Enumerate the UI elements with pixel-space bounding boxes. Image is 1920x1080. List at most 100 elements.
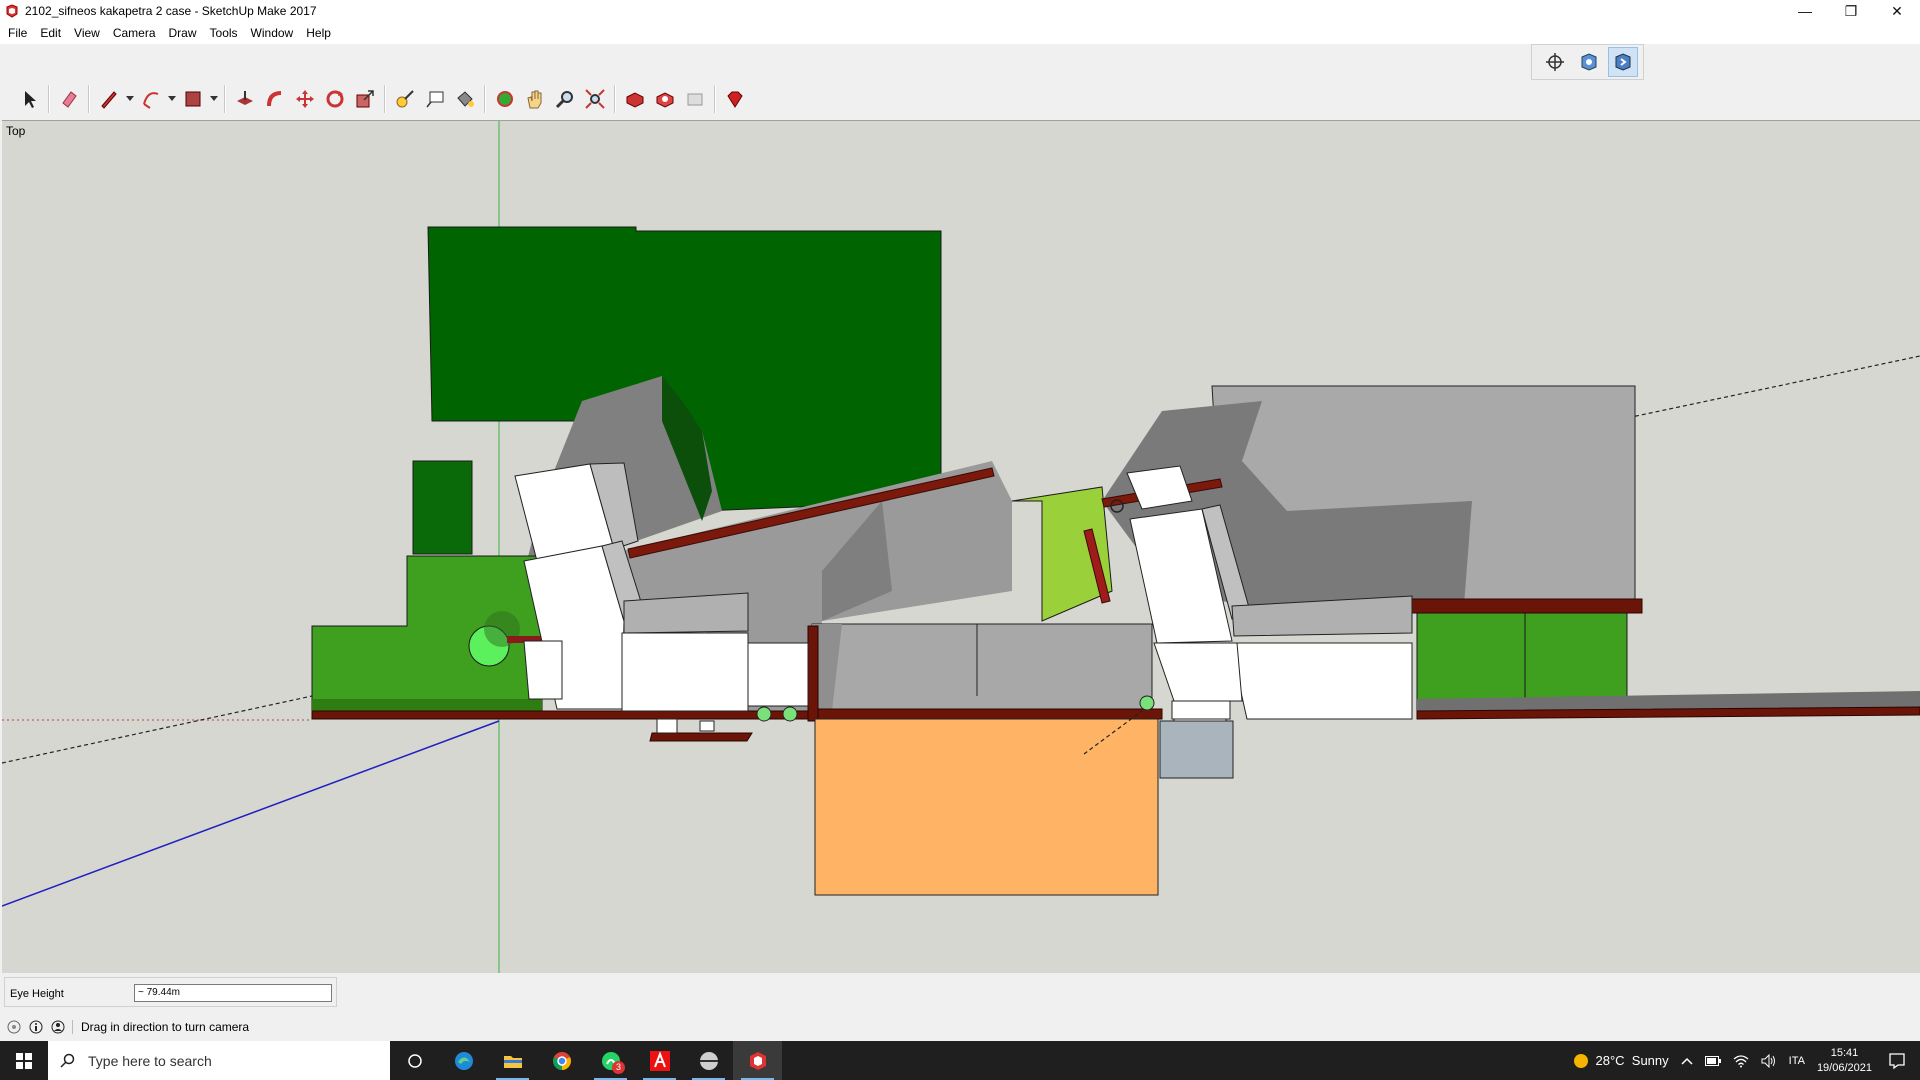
sun-icon — [1573, 1053, 1588, 1068]
taskbar-search[interactable]: Type here to search — [48, 1041, 390, 1080]
green-terrain-right — [1416, 598, 1628, 712]
eraser-tool[interactable] — [54, 84, 84, 114]
scale-icon — [356, 90, 374, 108]
edge-button[interactable] — [439, 1041, 488, 1080]
clock-date: 19/06/2021 — [1816, 1061, 1872, 1074]
orbit-icon — [497, 91, 513, 107]
step-right — [1171, 700, 1231, 720]
position-camera-icon — [1581, 53, 1597, 71]
rectangle-tool-dropdown[interactable] — [208, 84, 220, 114]
arc-tool[interactable] — [136, 84, 166, 114]
battery-button[interactable] — [1704, 1055, 1721, 1066]
extension-warehouse-icon — [656, 92, 674, 108]
sketchup-taskbar-button[interactable] — [733, 1041, 782, 1080]
menu-file[interactable]: File — [3, 26, 35, 40]
geo-location-icon[interactable] — [6, 1019, 22, 1035]
walk-icon — [1615, 53, 1631, 71]
zoom-tool[interactable] — [550, 84, 580, 114]
menu-edit[interactable]: Edit — [35, 26, 69, 40]
model-viewport[interactable]: Top — [2, 120, 1920, 973]
menu-help[interactable]: Help — [301, 26, 339, 40]
orbit-tool[interactable] — [490, 84, 520, 114]
3d-warehouse-icon — [626, 92, 644, 108]
notifications-button[interactable] — [1888, 1052, 1906, 1070]
clock[interactable]: 15:41 19/06/2021 — [1817, 1046, 1872, 1076]
line-tool[interactable] — [94, 84, 124, 114]
zoom-icon — [555, 91, 573, 109]
toolbar-separator — [714, 85, 716, 113]
dropdown-arrow-icon — [168, 96, 176, 101]
zoom-extents-icon — [585, 89, 605, 109]
tape-measure-tool[interactable] — [390, 84, 420, 114]
app-icon — [699, 1051, 718, 1070]
edge-icon — [454, 1051, 473, 1070]
layout-button[interactable] — [680, 84, 710, 114]
file-explorer-icon — [503, 1055, 522, 1068]
app-button[interactable] — [684, 1041, 733, 1080]
chrome-button[interactable] — [537, 1041, 586, 1080]
start-button[interactable] — [0, 1041, 48, 1080]
base-beam-left — [311, 710, 833, 720]
autocad-icon — [649, 1050, 670, 1071]
menu-camera[interactable]: Camera — [108, 26, 164, 40]
toolbar-separator — [88, 85, 90, 113]
line-tool-dropdown[interactable] — [124, 84, 136, 114]
credits-icon[interactable] — [28, 1019, 44, 1035]
wifi-button[interactable] — [1733, 1054, 1749, 1068]
walk-button[interactable] — [1608, 47, 1638, 77]
paint-bucket-tool[interactable] — [450, 84, 480, 114]
position-camera-button[interactable] — [1574, 47, 1604, 77]
minimize-button[interactable]: — — [1782, 0, 1828, 22]
menu-window[interactable]: Window — [246, 26, 302, 40]
status-separator — [72, 1020, 73, 1034]
toolbar-separator — [48, 85, 50, 113]
autocad-button[interactable] — [635, 1041, 684, 1080]
push-pull-tool[interactable] — [230, 84, 260, 114]
white-wall-left-front — [621, 632, 749, 712]
follow-me-tool[interactable] — [260, 84, 290, 114]
clock-time: 15:41 — [1830, 1046, 1859, 1059]
tray-overflow-button[interactable] — [1681, 1057, 1693, 1065]
guide-line-left — [2, 695, 313, 764]
whatsapp-button[interactable]: 3 — [586, 1041, 635, 1080]
title-bar: 2102_sifneos kakapetra 2 case - SketchUp… — [0, 0, 1920, 22]
zoom-extents-tool[interactable] — [580, 84, 610, 114]
move-tool[interactable] — [290, 84, 320, 114]
weather-widget[interactable]: 28°C Sunny — [1572, 1052, 1669, 1070]
text-icon — [426, 91, 444, 108]
menu-draw[interactable]: Draw — [164, 26, 205, 40]
extension-warehouse-button[interactable] — [650, 84, 680, 114]
select-tool[interactable] — [14, 84, 44, 114]
file-explorer-button[interactable] — [488, 1041, 537, 1080]
maximize-button[interactable]: ❐ — [1828, 0, 1874, 22]
language-indicator[interactable]: ITA — [1789, 1055, 1805, 1067]
search-icon — [60, 1053, 75, 1068]
3d-warehouse-button[interactable] — [620, 84, 650, 114]
ruby-console-button[interactable] — [720, 84, 750, 114]
rectangle-tool[interactable] — [178, 84, 208, 114]
toolbar-area — [0, 44, 1920, 120]
measurements-area: Eye Height ~ 79.44m — [0, 973, 1920, 1013]
text-tool[interactable] — [420, 84, 450, 114]
user-account-icon[interactable] — [50, 1019, 66, 1035]
windows-logo-icon — [16, 1052, 32, 1069]
white-wall-far-left — [523, 640, 563, 700]
close-button[interactable]: ✕ — [1874, 0, 1920, 22]
white-wall-left-annex — [747, 642, 809, 707]
scale-tool[interactable] — [350, 84, 380, 114]
task-view-button[interactable] — [390, 1041, 439, 1080]
window-controls: — ❐ ✕ — [1782, 0, 1920, 22]
volume-button[interactable] — [1761, 1053, 1777, 1068]
pan-tool[interactable] — [520, 84, 550, 114]
rotate-tool[interactable] — [320, 84, 350, 114]
look-around-button[interactable] — [1540, 47, 1570, 77]
shrub-right — [1139, 695, 1155, 711]
menu-tools[interactable]: Tools — [205, 26, 246, 40]
status-bar: Drag in direction to turn camera — [0, 1013, 1920, 1041]
arc-tool-dropdown[interactable] — [166, 84, 178, 114]
menu-view[interactable]: View — [69, 26, 108, 40]
notification-icon — [1889, 1052, 1905, 1069]
vcb-input[interactable]: ~ 79.44m — [134, 984, 332, 1002]
dark-green-terrain-left — [412, 460, 473, 555]
model-scene[interactable] — [2, 121, 1920, 973]
